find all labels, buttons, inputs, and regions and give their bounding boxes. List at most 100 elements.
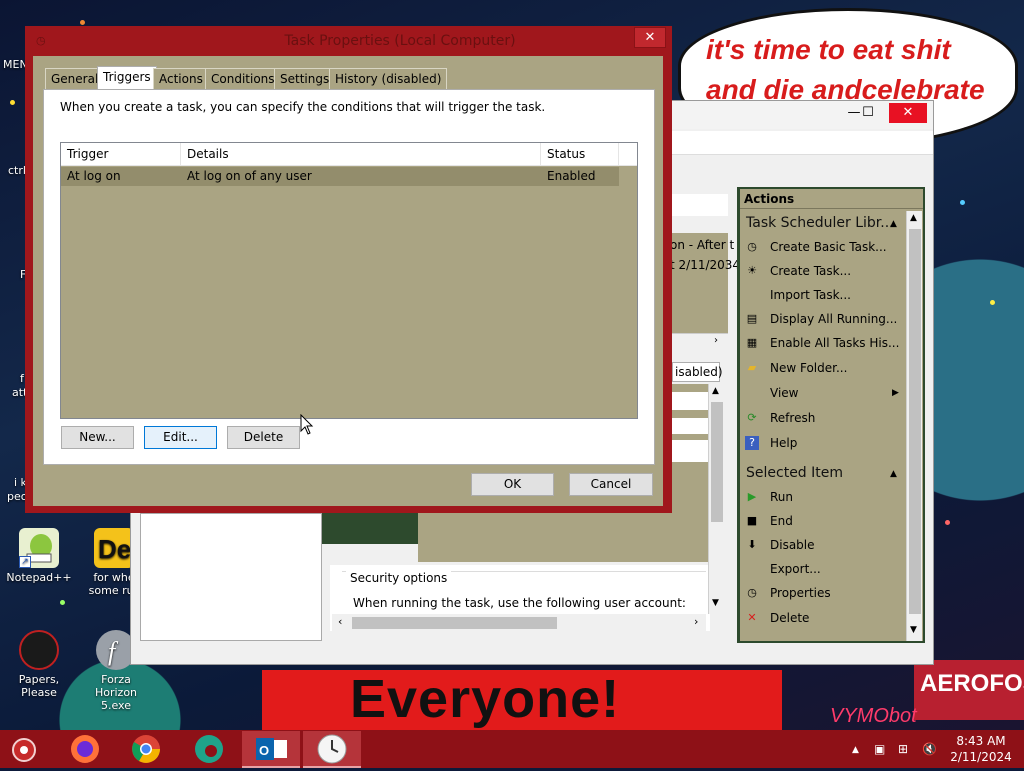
- library-tree-pane[interactable]: [140, 513, 322, 641]
- table-row[interactable]: [61, 167, 619, 186]
- speech-line: it's time to eat shit: [706, 34, 951, 65]
- tab-history[interactable]: History (disabled): [329, 68, 448, 89]
- action-create-basic-task[interactable]: Create Basic Task...: [770, 240, 887, 254]
- svg-text:De: De: [98, 534, 131, 564]
- actions-section-selected[interactable]: Selected Item: [746, 465, 843, 481]
- svg-text:f: f: [108, 637, 119, 666]
- papers-please-icon: [19, 630, 59, 670]
- close-icon[interactable]: ✕: [889, 103, 927, 123]
- scroll-up-icon[interactable]: ▲: [910, 213, 917, 223]
- action-import-task[interactable]: Import Task...: [770, 288, 851, 302]
- properties-icon: ◷: [747, 586, 757, 599]
- desktop-icon-notepadpp[interactable]: ↗ Notepad++: [3, 528, 75, 584]
- tray-device-icon[interactable]: ▣: [874, 742, 885, 756]
- action-run[interactable]: Run: [770, 490, 793, 504]
- horizontal-scrollbar[interactable]: ›: [672, 333, 728, 351]
- detail-field: [672, 440, 708, 462]
- scroll-left-icon[interactable]: ‹: [338, 615, 342, 628]
- detail-vscroll[interactable]: ▲ ▼: [708, 384, 724, 614]
- taskbar-outlook[interactable]: O: [242, 731, 300, 768]
- taskbar-firefox[interactable]: [56, 731, 114, 768]
- sign-text: AEROFOS: [920, 670, 1024, 697]
- detail-hscroll[interactable]: ‹ ›: [332, 614, 706, 632]
- maximize-icon[interactable]: ☐: [853, 103, 883, 123]
- scroll-right-icon[interactable]: ›: [694, 615, 698, 628]
- action-disable[interactable]: Disable: [770, 538, 815, 552]
- tray-overflow-icon[interactable]: ▲: [852, 745, 859, 755]
- collapse-icon[interactable]: ▲: [890, 219, 897, 229]
- action-new-folder[interactable]: New Folder...: [770, 361, 847, 375]
- action-display-running[interactable]: Display All Running...: [770, 312, 897, 326]
- triggers-intro: When you create a task, you can specify …: [60, 100, 546, 114]
- action-end[interactable]: End: [770, 514, 793, 528]
- mouse-cursor-icon: [300, 414, 314, 435]
- svg-text:O: O: [259, 743, 269, 758]
- confetti: [60, 600, 65, 605]
- network-icon[interactable]: ⊞: [898, 742, 908, 756]
- actions-vscroll[interactable]: ▲ ▼: [906, 211, 922, 641]
- close-icon[interactable]: ✕: [634, 27, 666, 48]
- scroll-thumb[interactable]: [909, 229, 921, 614]
- icon-label: Forza Horizon 5.exe: [94, 673, 138, 712]
- chrome-icon: [132, 735, 160, 763]
- tab-actions[interactable]: Actions: [153, 68, 209, 89]
- column-details[interactable]: Details: [181, 143, 541, 166]
- disable-icon: ⬇: [747, 538, 757, 551]
- scroll-down-icon[interactable]: ▼: [712, 598, 719, 608]
- confetti: [960, 200, 965, 205]
- confetti: [80, 20, 85, 25]
- edit-trigger-button[interactable]: Edit...: [144, 426, 217, 449]
- taskbar-clock[interactable]: 8:43 AM 2/11/2024: [946, 733, 1016, 765]
- scroll-thumb[interactable]: [352, 617, 557, 629]
- display-running-icon: ▤: [746, 312, 758, 325]
- cancel-button[interactable]: Cancel: [569, 473, 653, 496]
- tab-triggers[interactable]: Triggers: [97, 66, 157, 91]
- column-status[interactable]: Status: [541, 143, 619, 166]
- delete-trigger-button[interactable]: Delete: [227, 426, 300, 449]
- taskbar-chrome[interactable]: [117, 731, 175, 768]
- action-view[interactable]: View: [770, 386, 798, 400]
- clock-app-icon: ◷: [36, 34, 46, 47]
- collapse-icon[interactable]: ▲: [890, 469, 897, 479]
- security-options-header: Security options: [346, 571, 452, 585]
- clock-date: 2/11/2024: [950, 750, 1012, 764]
- detail-field: [672, 418, 708, 434]
- column-trigger[interactable]: Trigger: [61, 143, 181, 166]
- action-refresh[interactable]: Refresh: [770, 411, 815, 425]
- clock-icon: [317, 734, 347, 764]
- edge-label: MEN: [3, 58, 28, 71]
- row-trigger: At log on: [67, 169, 121, 183]
- taskbar-task-scheduler[interactable]: [303, 731, 361, 768]
- notepadpp-icon: ↗: [19, 528, 59, 568]
- tab-conditions[interactable]: Conditions: [205, 68, 281, 89]
- actions-section-library[interactable]: Task Scheduler Libr...: [746, 215, 894, 231]
- tab-history-disabled[interactable]: isabled): [672, 362, 723, 382]
- edge-icon: [195, 735, 223, 763]
- security-options-text: When running the task, use the following…: [353, 596, 686, 610]
- scroll-up-icon[interactable]: ▲: [712, 386, 719, 396]
- scroll-right-icon[interactable]: ›: [714, 335, 718, 346]
- start-button[interactable]: [10, 736, 38, 764]
- confetti: [10, 100, 15, 105]
- scroll-thumb[interactable]: [711, 402, 723, 522]
- actions-header: Actions: [740, 189, 923, 209]
- taskbar-edge[interactable]: [180, 731, 238, 768]
- end-icon: ■: [746, 514, 758, 527]
- scroll-down-icon[interactable]: ▼: [910, 625, 917, 635]
- action-export[interactable]: Export...: [770, 562, 821, 576]
- action-help[interactable]: Help: [770, 436, 797, 450]
- volume-muted-icon[interactable]: 🔇: [922, 742, 937, 756]
- ok-button[interactable]: OK: [471, 473, 554, 496]
- tab-settings[interactable]: Settings: [274, 68, 336, 89]
- tab-general[interactable]: General: [45, 68, 105, 89]
- action-enable-history[interactable]: Enable All Tasks His...: [770, 336, 899, 350]
- edge-label: f: [20, 372, 24, 385]
- desktop-icon-papers-please[interactable]: Papers, Please: [3, 630, 75, 699]
- action-delete[interactable]: Delete: [770, 611, 809, 625]
- action-properties[interactable]: Properties: [770, 586, 831, 600]
- icon-label: Notepad++: [6, 571, 72, 584]
- new-trigger-button[interactable]: New...: [61, 426, 134, 449]
- row-status: Enabled: [547, 169, 596, 183]
- row-details: At log on of any user: [187, 169, 312, 183]
- action-create-task[interactable]: Create Task...: [770, 264, 851, 278]
